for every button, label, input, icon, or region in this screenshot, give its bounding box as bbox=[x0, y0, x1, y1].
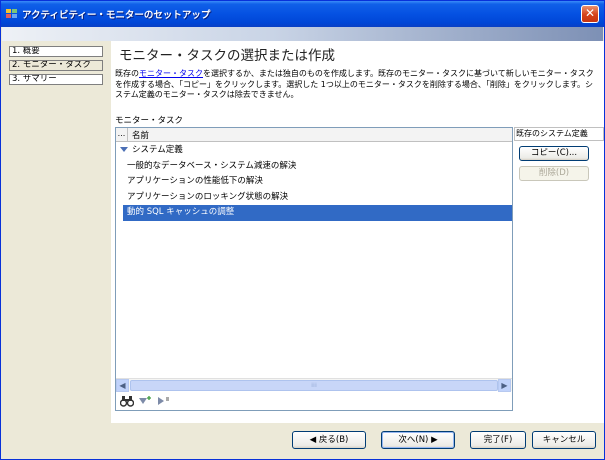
scroll-right-icon[interactable]: ▶ bbox=[498, 379, 511, 392]
close-button[interactable]: ✕ bbox=[581, 5, 599, 23]
side-panel: 既存のシステム定義 コピー(C)... 削除(D) bbox=[514, 127, 604, 181]
tree-item[interactable]: 一般的なデータベース・システム減速の解決 bbox=[116, 159, 512, 175]
window-title: アクティビティー・モニターのセットアップ bbox=[22, 10, 211, 21]
desc-prefix: 既存の bbox=[115, 69, 139, 78]
tree-item[interactable]: アプリケーションの性能低下の解決 bbox=[116, 174, 512, 190]
step-overview[interactable]: 1. 概要 bbox=[9, 46, 103, 57]
setup-wizard-window: アクティビティー・モニターのセットアップ ✕ 1. 概要 2. モニター・タスク… bbox=[0, 0, 605, 460]
delete-button[interactable]: 削除(D) bbox=[519, 166, 589, 181]
step-summary[interactable]: 3. サマリー bbox=[9, 74, 103, 85]
binoculars-icon[interactable] bbox=[120, 395, 134, 407]
filter-icon[interactable] bbox=[156, 395, 170, 407]
page-title: モニター・タスクの選択または作成 bbox=[119, 48, 335, 64]
monitor-tasks-label: モニター・タスク bbox=[115, 116, 184, 126]
name-column-header[interactable]: 名前 bbox=[132, 129, 149, 141]
tree-item-selected[interactable]: 動的 SQL キャッシュの調整 bbox=[123, 205, 512, 221]
group-label: システム定義 bbox=[132, 145, 183, 155]
scroll-left-icon[interactable]: ◀ bbox=[116, 379, 129, 392]
finish-button[interactable]: 完了(F) bbox=[470, 431, 526, 449]
page-description: 既存のモニター・タスクを選択するか、または独自のものを作成します。既存のモニター… bbox=[115, 69, 599, 101]
cancel-button[interactable]: キャンセル bbox=[532, 431, 596, 449]
tree-toolbar bbox=[116, 392, 512, 410]
activity-monitor-icon bbox=[6, 9, 17, 18]
tree-body: システム定義 一般的なデータベース・システム減速の解決 アプリケーションの性能低… bbox=[116, 143, 512, 221]
scroll-thumb[interactable]: ⁞⁞⁞ bbox=[130, 380, 498, 391]
title-bar[interactable]: アクティビティー・モニターのセットアップ ✕ bbox=[1, 1, 604, 27]
close-icon: ✕ bbox=[584, 6, 596, 20]
monitor-task-tree[interactable]: ... 名前 システム定義 一般的なデータベース・システム減速の解決 アプリケー… bbox=[115, 127, 513, 411]
tree-item[interactable]: アプリケーションのロッキング状態の解決 bbox=[116, 190, 512, 206]
next-button[interactable]: 次へ(N) ▶ bbox=[381, 431, 455, 449]
copy-button[interactable]: コピー(C)... bbox=[519, 146, 589, 161]
tree-header: ... 名前 bbox=[116, 128, 512, 142]
back-button[interactable]: ◀ 戻る(B) bbox=[292, 431, 366, 449]
wizard-footer: ◀ 戻る(B) 次へ(N) ▶ 完了(F) キャンセル bbox=[1, 423, 604, 459]
step-monitor-tasks[interactable]: 2. モニター・タスク bbox=[9, 60, 103, 71]
horizontal-scrollbar[interactable]: ◀ ⁞⁞⁞ ▶ bbox=[116, 378, 512, 392]
expand-triangle-icon[interactable] bbox=[120, 147, 128, 152]
column-chooser-button[interactable]: ... bbox=[116, 128, 128, 141]
existing-system-definition-header: 既存のシステム定義 bbox=[514, 127, 604, 141]
wizard-steps: 1. 概要 2. モニター・タスク 3. サマリー bbox=[9, 46, 103, 88]
content-panel: モニター・タスクの選択または作成 既存のモニター・タスクを選択するか、または独自… bbox=[111, 41, 604, 423]
tree-group-system-defined[interactable]: システム定義 bbox=[116, 143, 512, 159]
monitor-task-link[interactable]: モニター・タスク bbox=[139, 69, 203, 78]
filter-add-icon[interactable] bbox=[138, 395, 152, 407]
header-banner bbox=[2, 27, 603, 41]
